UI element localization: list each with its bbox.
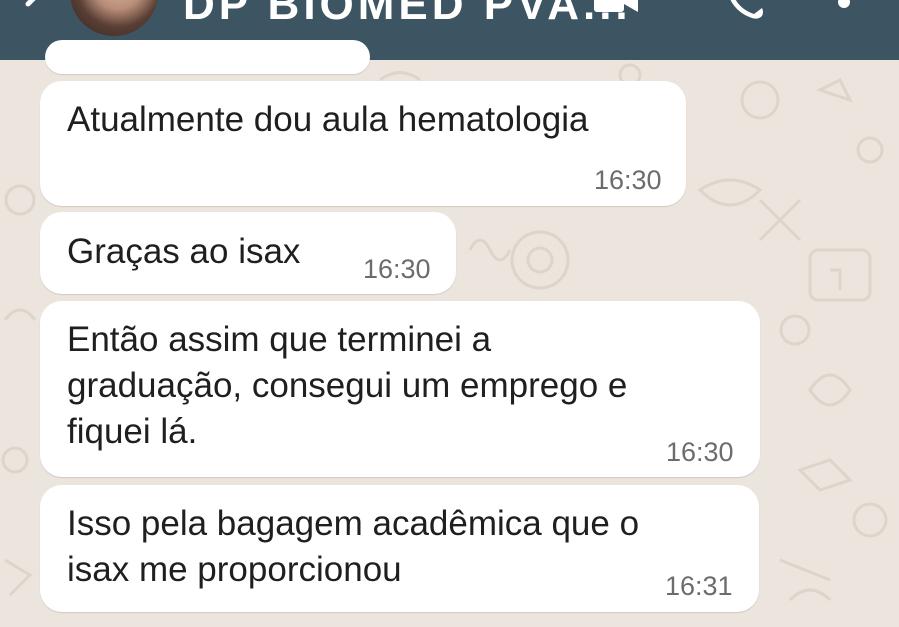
previous-message-bubble	[45, 40, 370, 74]
avatar[interactable]	[70, 0, 158, 36]
message-timestamp: 16:30	[363, 254, 431, 284]
message-text: fiquei lá.	[67, 412, 198, 451]
message-text: isax me proporcionou	[67, 550, 402, 589]
contact-name[interactable]: DP BIOMED PVA...	[183, 0, 632, 30]
message-bubble[interactable]: Atualmente dou aula hematologia 16:30	[40, 81, 686, 206]
message-bubble[interactable]: Então assim que terminei a graduação, co…	[40, 301, 760, 477]
message-text: Atualmente dou aula hematologia	[67, 100, 589, 139]
message-timestamp: 16:30	[666, 437, 734, 467]
phone-call-icon[interactable]	[728, 0, 768, 20]
chat-screen: DP BIOMED PVA... Atualmente dou aula hem…	[0, 0, 899, 627]
message-bubble[interactable]: Graças ao isax 16:30	[40, 212, 456, 294]
message-text: Isso pela bagagem acadêmica que o	[67, 504, 640, 543]
message-text: Então assim que terminei a	[67, 320, 492, 359]
video-call-icon[interactable]	[592, 0, 642, 16]
message-timestamp: 16:31	[665, 571, 733, 601]
message-text: graduação, consegui um emprego e	[67, 366, 628, 405]
more-options-icon[interactable]	[836, 0, 852, 18]
message-timestamp: 16:30	[594, 165, 662, 195]
message-text: Graças ao isax	[67, 232, 301, 271]
message-bubble[interactable]: Isso pela bagagem acadêmica que o isax m…	[40, 485, 759, 612]
back-arrow-icon[interactable]	[20, 0, 50, 24]
